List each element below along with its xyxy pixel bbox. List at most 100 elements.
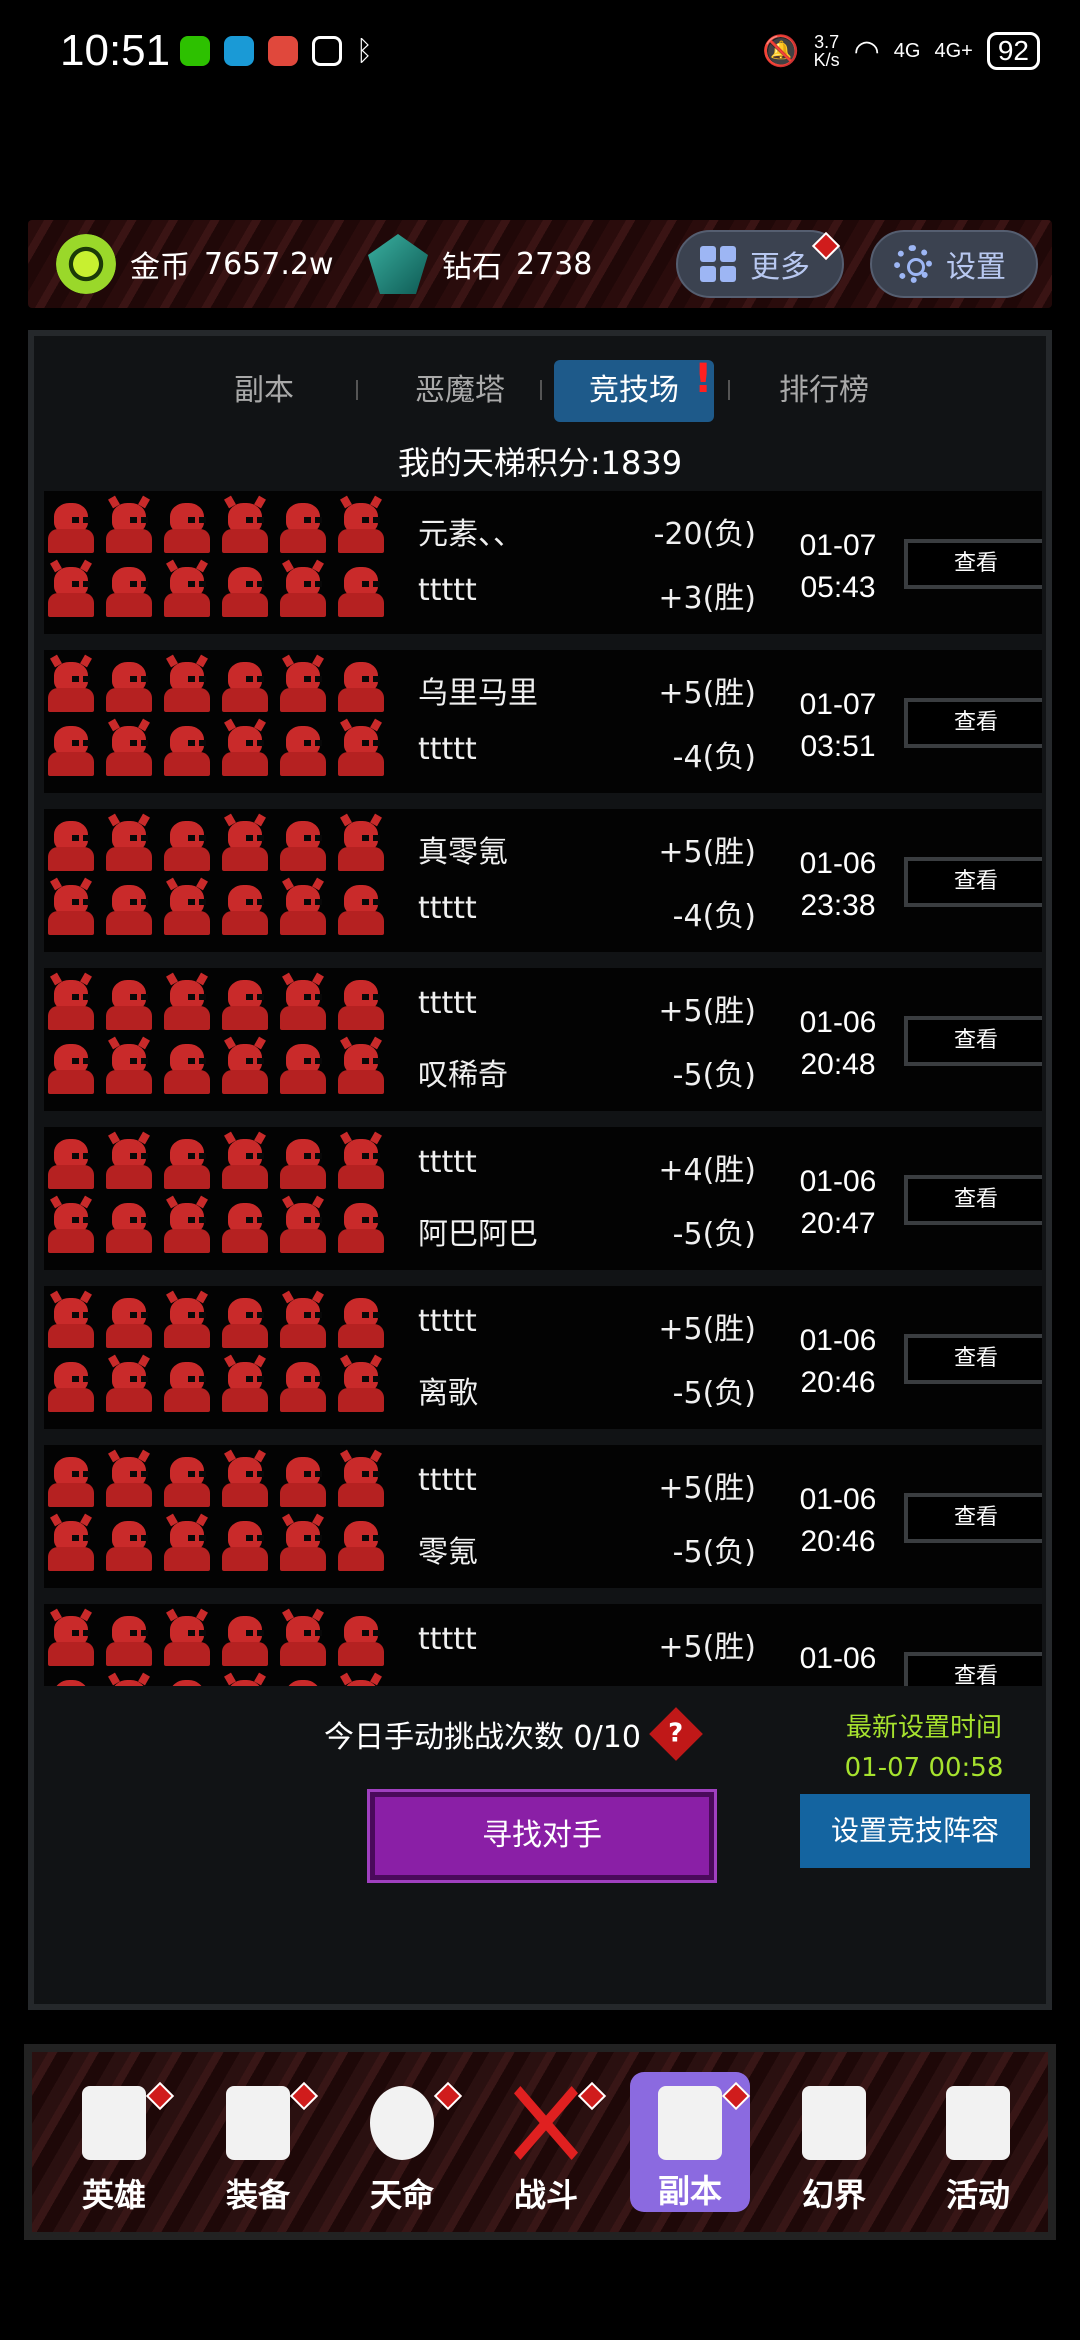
monster-icon (44, 1453, 98, 1509)
monster-icon (334, 1199, 388, 1255)
view-replay-button[interactable]: 查看 (904, 539, 1042, 589)
match-time: 20:46 (800, 1525, 876, 1558)
team-bottom (44, 1358, 388, 1414)
monster-icon (334, 1453, 388, 1509)
nav-item[interactable]: 幻界 (774, 2052, 894, 2232)
settings-button[interactable]: 设置 (870, 230, 1038, 298)
team-top (44, 1612, 388, 1668)
gem-value: 2738 (516, 246, 593, 282)
match-date: 01-06 (799, 1324, 877, 1357)
monster-icon (218, 976, 272, 1032)
nav-item[interactable]: 活动 (918, 2052, 1038, 2232)
view-replay-button[interactable]: 查看 (904, 857, 1042, 907)
monster-icon (276, 658, 330, 714)
daily-challenges: 今日手动挑战次数 0/10 ? (324, 1707, 703, 1761)
player-name: ttttt (418, 1304, 477, 1339)
monster-icon (160, 722, 214, 778)
match-time: 20:47 (800, 1207, 876, 1240)
view-replay-button[interactable]: 查看 (904, 1334, 1042, 1384)
monster-icon (44, 1135, 98, 1191)
team-top (44, 817, 388, 873)
player-name: ttttt (418, 891, 477, 926)
mandala-icon (370, 2086, 434, 2160)
match-row: ttttt+5(胜)爱佬然-4(负)01-0620:45查看 (44, 1604, 1042, 1687)
view-replay-button[interactable]: 查看 (904, 1493, 1042, 1543)
nav-item[interactable]: 天命 (342, 2052, 463, 2232)
monster-icon (334, 1294, 388, 1350)
nav-item[interactable]: 装备 (198, 2052, 319, 2232)
monster-icon (276, 1294, 330, 1350)
score-change: +5(胜) (658, 835, 756, 870)
set-lineup-button[interactable]: 设置竞技阵容 (800, 1794, 1030, 1868)
monster-icon (276, 1517, 330, 1573)
monster-icon (160, 817, 214, 873)
monster-icon (102, 1040, 156, 1096)
app-notification-icon (268, 36, 298, 66)
match-date: 01-06 (799, 1165, 877, 1198)
monster-icon (44, 881, 98, 937)
monster-icon (44, 563, 98, 619)
monster-icon (44, 1294, 98, 1350)
view-replay-button[interactable]: 查看 (904, 698, 1042, 748)
monster-icon (160, 563, 214, 619)
match-datetime: 01-06 20:46 (778, 1479, 898, 1563)
net-speed: 3.7 K/s (813, 32, 840, 70)
match-datetime: 01-07 03:51 (778, 684, 898, 768)
monster-icon (218, 1612, 272, 1668)
match-time: 23:38 (800, 889, 876, 922)
monster-icon (276, 817, 330, 873)
match-date: 01-07 (799, 688, 877, 721)
monster-icon (218, 722, 272, 778)
tab-arena[interactable]: 竞技场 (554, 360, 714, 422)
nav-label: 装备 (225, 2176, 290, 2214)
monster-icon (218, 1135, 272, 1191)
tab-ranking[interactable]: 排行榜 (744, 360, 904, 422)
monster-icon (334, 658, 388, 714)
team-bottom (44, 1517, 388, 1573)
view-replay-button[interactable]: 查看 (904, 1016, 1042, 1066)
team-top (44, 1135, 388, 1191)
monster-icon (276, 563, 330, 619)
nav-label: 战斗 (513, 2176, 578, 2214)
monster-icon (160, 1358, 214, 1414)
monster-icon (276, 976, 330, 1032)
notification-badge (145, 2081, 175, 2111)
monster-icon (102, 722, 156, 778)
match-history-list[interactable]: 元素、、 -20(负) ttttt +3(胜) 01-07 05:43 查看 乌里马里 +5(胜… (44, 491, 1042, 1687)
monster-icon (218, 1517, 272, 1573)
monster-icon (102, 1199, 156, 1255)
match-datetime: 01-06 23:38 (778, 843, 898, 927)
monster-icon (44, 1358, 98, 1414)
tab-demon-tower[interactable]: 恶魔塔 (380, 360, 540, 422)
last-set-info: 最新设置时间 01-07 00:58 (814, 1708, 1034, 1788)
tab-dungeon[interactable]: 副本 (204, 360, 324, 422)
nav-item[interactable]: 战斗 (486, 2052, 607, 2232)
score-change: +5(胜) (658, 1312, 756, 1347)
match-date: 01-06 (799, 847, 877, 880)
help-icon[interactable]: ? (649, 1707, 703, 1761)
match-date: 01-06 (799, 1483, 877, 1516)
find-opponent-button[interactable]: 寻找对手 (367, 1789, 717, 1883)
signal-1: 4G (893, 39, 921, 62)
wechat-icon (180, 36, 210, 66)
nav-label: 副本 (657, 2172, 722, 2210)
player-name: 叹稀奇 (418, 1058, 508, 1093)
nav-item[interactable]: 副本 (630, 2072, 751, 2212)
view-replay-button[interactable]: 查看 (904, 1175, 1042, 1225)
match-row: 乌里马里 +5(胜) ttttt -4(负) 01-07 03:51 查看 (44, 650, 1042, 793)
status-bar: 10:51 ᛒ 🔕 3.7 K/s ◠ 4G 4G+ 92 (0, 0, 1080, 110)
monster-icon (276, 1358, 330, 1414)
match-datetime: 01-06 20:46 (778, 1320, 898, 1404)
nav-item[interactable]: 英雄 (54, 2052, 175, 2232)
monster-icon (334, 563, 388, 619)
more-button[interactable]: 更多 (676, 230, 844, 298)
monster-icon (44, 722, 98, 778)
player-name: 元素、、 (418, 517, 523, 552)
match-date: 01-07 (799, 529, 877, 562)
team-bottom (44, 881, 388, 937)
monster-icon (102, 1612, 156, 1668)
view-replay-button[interactable]: 查看 (904, 1652, 1042, 1687)
team-top (44, 1294, 388, 1350)
monster-icon (160, 658, 214, 714)
monster-icon (218, 563, 272, 619)
